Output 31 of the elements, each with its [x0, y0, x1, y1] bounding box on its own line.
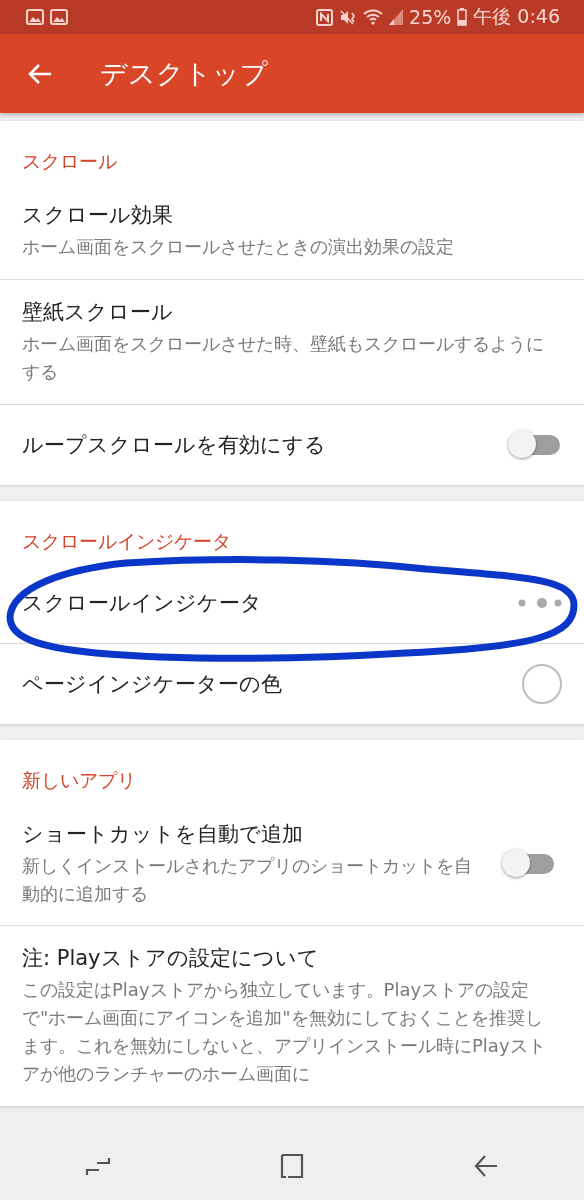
setting-title[interactable]: 注: Playストアの設定について — [22, 944, 556, 973]
section-header: 新しいアプリ — [21, 767, 137, 793]
setting-summary: ホーム画面をスクロールさせた時、壁紙もスクロールするようにする — [22, 331, 545, 384]
battery-percent: 25% — [409, 6, 452, 28]
nfc-icon — [316, 8, 334, 26]
setting-title[interactable]: 壁紙スクロール — [22, 297, 556, 326]
battery-icon — [457, 8, 468, 26]
home-icon[interactable] — [280, 1153, 304, 1179]
back-arrow-icon[interactable] — [28, 62, 52, 85]
toggle-switch[interactable] — [502, 848, 556, 879]
wifi-icon — [363, 9, 384, 25]
page-dots-icon — [518, 596, 562, 609]
image-icon — [26, 9, 44, 25]
setting-title[interactable]: ループスクロールを有効にする — [22, 430, 492, 459]
setting-title[interactable]: スクロールインジケータ — [22, 588, 502, 617]
image-icon — [50, 9, 68, 25]
setting-summary: 新しくインストールされたアプリのショートカットを自動的に追加する — [22, 853, 473, 906]
toggle-switch[interactable] — [508, 429, 562, 460]
screen-title: デスクトップ — [100, 56, 268, 91]
signal-icon — [389, 9, 404, 25]
setting-summary: この設定はPlayストアから独立しています。Playストアの設定で"ホーム画面にアイコンを追加"を無効にしておくことを推奨します。これを無効にしないと、アプリインストール時にPlayストアが他のランチャーのホーム画面に — [22, 978, 547, 1087]
back-icon[interactable] — [473, 1153, 500, 1179]
color-swatch[interactable] — [522, 663, 562, 704]
setting-summary: ホーム画面をスクロールさせたときの演出効果の設定 — [22, 235, 455, 259]
section-header: スクロールインジケータ — [21, 528, 232, 554]
clock: 午後 0:46 — [473, 4, 560, 29]
setting-title[interactable]: ショートカットを自動で追加 — [22, 819, 486, 848]
setting-title[interactable]: スクロール効果 — [22, 201, 556, 229]
setting-title[interactable]: ページインジケーターの色 — [22, 669, 506, 698]
section-header: スクロール — [21, 149, 118, 174]
mute-icon — [339, 8, 358, 26]
